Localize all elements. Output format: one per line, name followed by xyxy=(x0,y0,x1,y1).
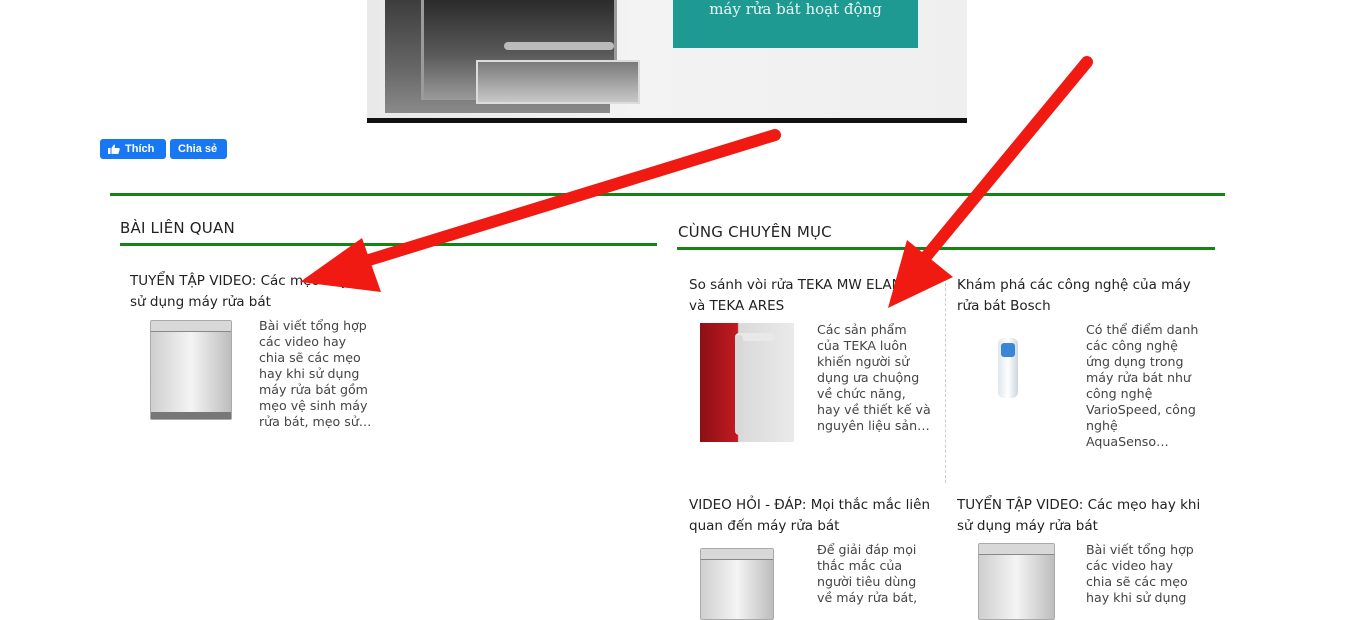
red-arrow-icon xyxy=(300,129,781,292)
annotation-arrows xyxy=(300,56,1093,308)
red-arrow-icon xyxy=(888,56,1093,308)
